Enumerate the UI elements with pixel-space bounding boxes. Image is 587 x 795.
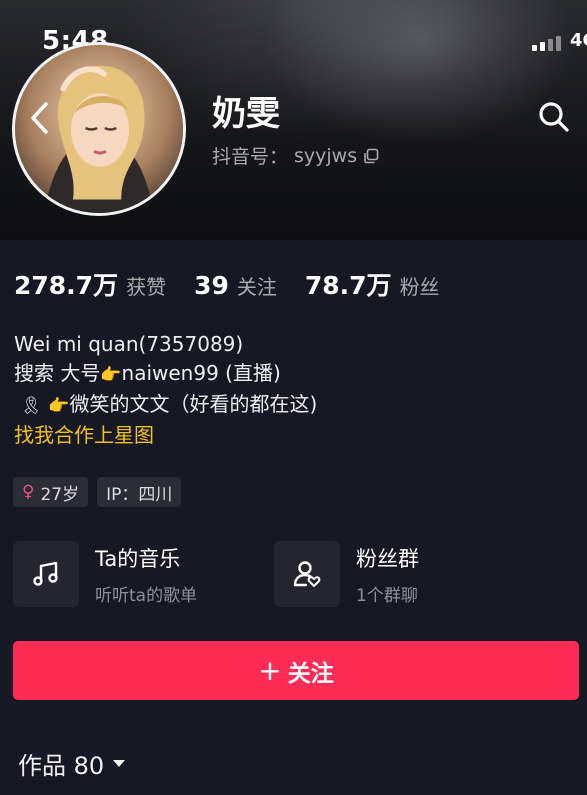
fan-group-card-icon-box [274,541,340,607]
stat-value: 278.7万 [14,271,119,300]
fan-group-card-title: 粉丝群 [356,546,419,571]
profile-cards: Ta的音乐 听听ta的歌单 粉丝群 1个群聊 [13,540,583,608]
bio-text: 搜索 大号 [14,361,101,385]
douyin-id-label: 抖音号： [212,146,289,168]
fan-group-card[interactable]: 粉丝群 1个群聊 [274,540,419,608]
profile-name: 奶雯 [212,94,280,134]
fan-group-icon [293,561,321,587]
follow-button[interactable]: + 关注 [13,641,579,700]
ribbon-icon: 🎗 [20,396,42,416]
ip-text: IP：四川 [106,484,173,505]
stat-value: 78.7万 [304,271,392,300]
pointing-hand-icon: 👉 [48,396,70,416]
stat-label: 关注 [236,275,277,299]
bio-line: Wei mi quan(7357089) [14,332,244,356]
music-card-subtitle: 听听ta的歌单 [95,585,198,606]
female-icon: ♀ [22,482,35,502]
douyin-id: 抖音号： syyjws [212,142,379,169]
works-tab[interactable]: 作品 80 [18,746,126,781]
stat-label: 获赞 [126,275,167,299]
network-label: 4G [570,30,587,51]
star-map-link[interactable]: 找我合作上星图 [14,421,317,450]
stat-label: 粉丝 [399,275,440,299]
music-card-icon-box [13,541,79,607]
fan-group-card-text: 粉丝群 1个群聊 [356,543,419,606]
music-card-text: Ta的音乐 听听ta的歌单 [95,543,197,606]
stat-followers[interactable]: 78.7万 粉丝 [305,266,440,302]
follow-button-label: 关注 [287,660,334,687]
plus-icon: + [258,654,282,687]
douyin-id-value: syyjws [294,144,358,167]
signal-icon [532,36,561,51]
stat-value: 39 [194,271,229,300]
bio-text: 微笑的文文（好看的都在这) [69,392,318,416]
copy-icon[interactable] [363,148,379,164]
stat-likes: 278.7万 获赞 [14,266,166,302]
profile-bio: Wei mi quan(7357089) 搜索 大号👉naiwen99 (直播)… [14,330,317,450]
works-tab-label: 作品 80 [18,752,105,780]
search-icon[interactable] [537,100,571,134]
back-arrow-icon[interactable] [28,100,52,136]
caret-down-icon [113,759,126,767]
ip-tag: IP：四川 [97,477,182,507]
music-card[interactable]: Ta的音乐 听听ta的歌单 [13,540,197,608]
pointing-hand-icon: 👉 [100,365,122,385]
profile-tags: ♀ 27岁 IP：四川 [13,477,182,507]
bio-line: 🎗 👉微笑的文文（好看的都在这) [14,390,317,421]
bio-text: naiwen99 (直播) [121,361,281,385]
age-tag: ♀ 27岁 [13,477,89,507]
age-text: 27岁 [40,484,80,505]
stat-following[interactable]: 39 关注 [194,271,277,300]
bio-line: 搜索 大号👉naiwen99 (直播) [14,359,317,390]
music-note-icon [33,561,58,586]
music-card-title: Ta的音乐 [95,546,181,571]
fan-group-card-subtitle: 1个群聊 [356,585,418,606]
profile-stats: 278.7万 获赞 39 关注 78.7万 粉丝 [14,266,468,302]
